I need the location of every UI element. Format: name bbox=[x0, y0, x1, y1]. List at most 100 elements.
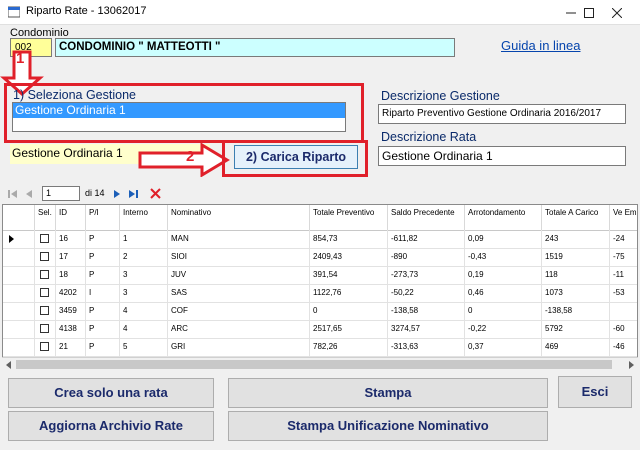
cell-saldo-precedente[interactable]: -273,73 bbox=[388, 266, 465, 284]
move-last-icon[interactable] bbox=[128, 189, 138, 199]
cell-totale-carico[interactable]: 469 bbox=[542, 338, 610, 356]
cell-interno[interactable]: 3 bbox=[120, 284, 168, 302]
header-nominativo[interactable]: Nominativo bbox=[168, 205, 310, 230]
header-arrotondamento[interactable]: Arrotondamento bbox=[465, 205, 542, 230]
aggiorna-archivio-button[interactable]: Aggiorna Archivio Rate bbox=[8, 411, 214, 441]
cell-pi[interactable]: P bbox=[86, 338, 120, 356]
cell-saldo-precedente[interactable]: -611,82 bbox=[388, 230, 465, 248]
cell-totale-preventivo[interactable]: 2517,65 bbox=[310, 320, 388, 338]
cell-arrotondamento[interactable]: -0,22 bbox=[465, 320, 542, 338]
riparto-grid[interactable]: Sel. ID P/I Interno Nominativo Totale Pr… bbox=[2, 204, 638, 372]
descrizione-gestione-field[interactable]: Riparto Preventivo Gestione Ordinaria 20… bbox=[378, 104, 626, 124]
row-selector[interactable] bbox=[3, 320, 35, 338]
scroll-right-icon[interactable] bbox=[627, 361, 635, 369]
cell-totale-carico[interactable]: 243 bbox=[542, 230, 610, 248]
row-checkbox[interactable] bbox=[40, 270, 49, 279]
cell-totale-carico[interactable]: 118 bbox=[542, 266, 610, 284]
cell-saldo-precedente[interactable]: -313,63 bbox=[388, 338, 465, 356]
cell-arrotondamento[interactable]: 0,46 bbox=[465, 284, 542, 302]
cell-ve[interactable]: -24 bbox=[610, 230, 637, 248]
help-link[interactable]: Guida in linea bbox=[501, 38, 581, 53]
cell-ve[interactable]: -11 bbox=[610, 266, 637, 284]
cell-ve[interactable]: -60 bbox=[610, 320, 637, 338]
cell-interno[interactable]: 1 bbox=[120, 230, 168, 248]
cell-interno[interactable]: 2 bbox=[120, 248, 168, 266]
cell-ve[interactable]: -46 bbox=[610, 338, 637, 356]
cell-id[interactable]: 4202 bbox=[56, 284, 86, 302]
cell-interno[interactable]: 5 bbox=[120, 338, 168, 356]
cell-interno[interactable]: 3 bbox=[120, 266, 168, 284]
cell-totale-preventivo[interactable]: 0 bbox=[310, 302, 388, 320]
esci-button[interactable]: Esci bbox=[558, 376, 632, 408]
gestione-list-item[interactable]: Gestione Ordinaria 1 bbox=[13, 103, 345, 118]
header-interno[interactable]: Interno bbox=[120, 205, 168, 230]
row-selector[interactable] bbox=[3, 230, 35, 248]
move-previous-icon[interactable] bbox=[24, 189, 34, 199]
cell-ve[interactable]: -53 bbox=[610, 284, 637, 302]
cell-totale-preventivo[interactable]: 391,54 bbox=[310, 266, 388, 284]
close-button[interactable] bbox=[594, 0, 640, 24]
cell-pi[interactable]: P bbox=[86, 266, 120, 284]
cell-arrotondamento[interactable]: 0,37 bbox=[465, 338, 542, 356]
carica-riparto-button[interactable]: 2) Carica Riparto bbox=[234, 145, 358, 169]
row-selector[interactable] bbox=[3, 338, 35, 356]
cell-arrotondamento[interactable]: -0,43 bbox=[465, 248, 542, 266]
row-checkbox[interactable] bbox=[40, 234, 49, 243]
cell-totale-carico[interactable]: 1519 bbox=[542, 248, 610, 266]
header-ve[interactable]: Ve Em bbox=[610, 205, 637, 230]
table-row[interactable]: 3459 P 4 COF 0 -138,58 0 -138,58 bbox=[3, 302, 637, 321]
row-checkbox[interactable] bbox=[40, 288, 49, 297]
cell-ve[interactable] bbox=[610, 302, 637, 320]
condominio-name-field[interactable]: CONDOMINIO " MATTEOTTI " bbox=[55, 38, 455, 57]
cell-saldo-precedente[interactable]: -50,22 bbox=[388, 284, 465, 302]
table-row[interactable]: 16 P 1 MAN 854,73 -611,82 0,09 243 -24 bbox=[3, 230, 637, 249]
cell-ve[interactable]: -75 bbox=[610, 248, 637, 266]
move-next-icon[interactable] bbox=[112, 189, 122, 199]
stampa-button[interactable]: Stampa bbox=[228, 378, 548, 408]
crea-rata-button[interactable]: Crea solo una rata bbox=[8, 378, 214, 408]
grid-horizontal-scrollbar[interactable] bbox=[2, 357, 638, 372]
cell-interno[interactable]: 4 bbox=[120, 302, 168, 320]
cell-nominativo[interactable]: GRI bbox=[168, 338, 310, 356]
table-row[interactable]: 21 P 5 GRI 782,26 -313,63 0,37 469 -46 bbox=[3, 338, 637, 357]
cell-pi[interactable]: I bbox=[86, 284, 120, 302]
cell-pi[interactable]: P bbox=[86, 320, 120, 338]
header-sel[interactable]: Sel. bbox=[35, 205, 56, 230]
cell-pi[interactable]: P bbox=[86, 230, 120, 248]
cell-arrotondamento[interactable]: 0 bbox=[465, 302, 542, 320]
cell-pi[interactable]: P bbox=[86, 302, 120, 320]
cell-nominativo[interactable]: JUV bbox=[168, 266, 310, 284]
cell-id[interactable]: 3459 bbox=[56, 302, 86, 320]
delete-icon[interactable] bbox=[150, 188, 161, 199]
cell-nominativo[interactable]: ARC bbox=[168, 320, 310, 338]
cell-nominativo[interactable]: SAS bbox=[168, 284, 310, 302]
header-totale-preventivo[interactable]: Totale Preventivo bbox=[310, 205, 388, 230]
move-first-icon[interactable] bbox=[8, 189, 18, 199]
header-id[interactable]: ID bbox=[56, 205, 86, 230]
cell-totale-preventivo[interactable]: 1122,76 bbox=[310, 284, 388, 302]
row-checkbox[interactable] bbox=[40, 252, 49, 261]
scroll-left-icon[interactable] bbox=[5, 361, 13, 369]
header-pi[interactable]: P/I bbox=[86, 205, 120, 230]
table-row[interactable]: 4202 I 3 SAS 1122,76 -50,22 0,46 1073 -53 bbox=[3, 284, 637, 303]
row-selector[interactable] bbox=[3, 266, 35, 284]
cell-totale-carico[interactable]: 1073 bbox=[542, 284, 610, 302]
cell-totale-carico[interactable]: -138,58 bbox=[542, 302, 610, 320]
cell-arrotondamento[interactable]: 0,09 bbox=[465, 230, 542, 248]
descrizione-rata-field[interactable]: Gestione Ordinaria 1 bbox=[378, 146, 626, 166]
cell-totale-preventivo[interactable]: 2409,43 bbox=[310, 248, 388, 266]
cell-id[interactable]: 16 bbox=[56, 230, 86, 248]
cell-id[interactable]: 21 bbox=[56, 338, 86, 356]
table-row[interactable]: 17 P 2 SIOI 2409,43 -890 -0,43 1519 -75 bbox=[3, 248, 637, 267]
header-saldo-precedente[interactable]: Saldo Precedente bbox=[388, 205, 465, 230]
cell-pi[interactable]: P bbox=[86, 248, 120, 266]
row-selector[interactable] bbox=[3, 284, 35, 302]
header-totale-carico[interactable]: Totale A Carico bbox=[542, 205, 610, 230]
table-row[interactable]: 18 P 3 JUV 391,54 -273,73 0,19 118 -11 bbox=[3, 266, 637, 285]
table-row[interactable]: 4138 P 4 ARC 2517,65 3274,57 -0,22 5792 -60 bbox=[3, 320, 637, 339]
gestione-listbox[interactable]: Gestione Ordinaria 1 bbox=[12, 102, 346, 132]
cell-interno[interactable]: 4 bbox=[120, 320, 168, 338]
cell-nominativo[interactable]: COF bbox=[168, 302, 310, 320]
row-checkbox[interactable] bbox=[40, 342, 49, 351]
row-selector[interactable] bbox=[3, 302, 35, 320]
